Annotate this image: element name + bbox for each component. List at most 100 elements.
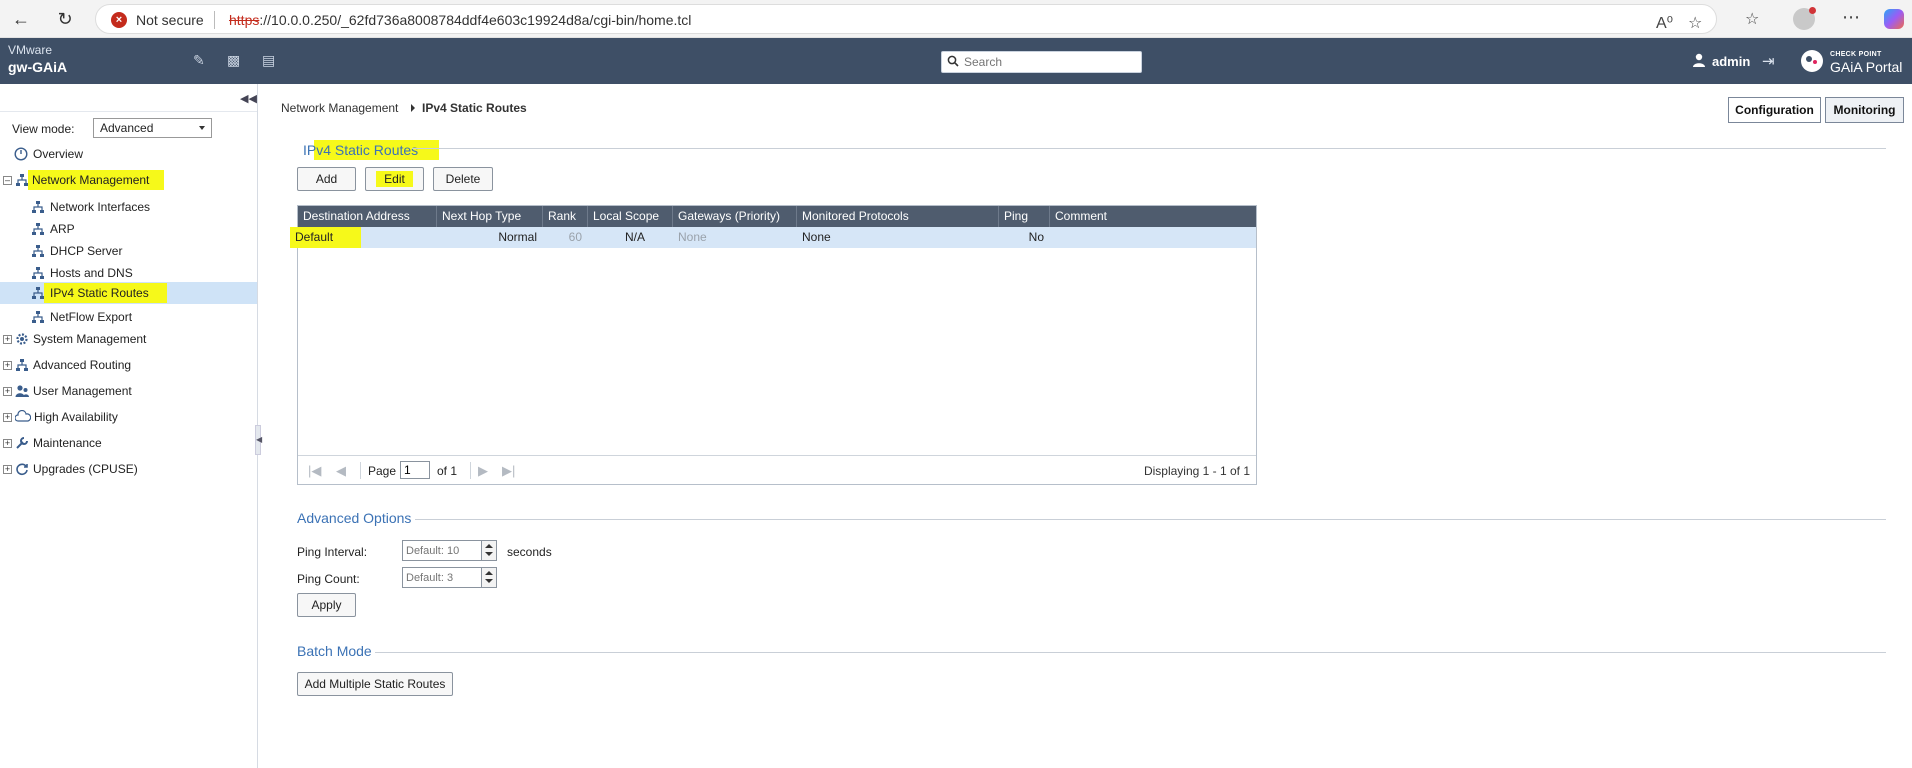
sidebar-item-system-management[interactable]: + System Management <box>0 329 257 349</box>
reload-icon[interactable]: ↻ <box>52 6 78 32</box>
more-menu-icon[interactable]: ⋯ <box>1842 7 1860 28</box>
spin-up-icon[interactable] <box>485 544 493 548</box>
address-bar[interactable]: × Not secure https://10.0.0.250/_62fd736… <box>95 4 1717 34</box>
sidebar-item-high-availability[interactable]: + High Availability <box>0 407 257 427</box>
cell-next-hop-type: Normal <box>498 230 537 244</box>
column-header-destination[interactable]: Destination Address <box>298 206 437 227</box>
cell-monitored-protocols: None <box>802 230 831 244</box>
routes-grid: Destination Address Next Hop Type Rank L… <box>290 205 1257 485</box>
column-header-rank[interactable]: Rank <box>543 206 588 227</box>
pager-separator <box>360 462 361 479</box>
apply-button[interactable]: Apply <box>297 593 356 617</box>
ping-count-spinner[interactable] <box>402 567 497 588</box>
column-header-next-hop-type[interactable]: Next Hop Type <box>437 206 543 227</box>
sidebar-item-arp[interactable]: ARP <box>0 219 257 239</box>
table-row[interactable]: Default Normal 60 N/A None None No <box>290 227 1256 248</box>
sidebar-item-network-management[interactable]: – Network Management <box>0 170 257 190</box>
host-vendor: VMware <box>8 43 53 57</box>
monitoring-button[interactable]: Monitoring <box>1825 97 1904 123</box>
expand-toggle-icon[interactable]: + <box>3 413 12 422</box>
ping-interval-input[interactable] <box>403 541 480 560</box>
search-icon <box>947 55 959 67</box>
expand-toggle-icon[interactable]: + <box>3 335 12 344</box>
read-aloud-icon[interactable]: A⁰ <box>1656 13 1673 33</box>
network-icon <box>32 311 44 323</box>
sidebar-item-dhcp-server[interactable]: DHCP Server <box>0 241 257 261</box>
displaying-count: Displaying 1 - 1 of 1 <box>1143 464 1250 478</box>
column-header-gateways[interactable]: Gateways (Priority) <box>673 206 797 227</box>
spin-down-icon[interactable] <box>485 552 493 556</box>
brand-name: GAiA Portal <box>1830 59 1903 75</box>
page-count-label: of 1 <box>437 464 458 478</box>
ping-count-label: Ping Count: <box>297 572 360 586</box>
view-mode-label: View mode: <box>12 122 75 136</box>
column-header-comment[interactable]: Comment <box>1050 206 1256 227</box>
sidebar-item-network-interfaces[interactable]: Network Interfaces <box>0 197 257 217</box>
sidebar-item-upgrades[interactable]: + Upgrades (CPUSE) <box>0 459 257 479</box>
profile-avatar-icon[interactable] <box>1793 7 1816 30</box>
url-text[interactable]: https://10.0.0.250/_62fd736a8008784ddf4e… <box>229 12 691 28</box>
network-icon <box>32 267 44 279</box>
sidebar-item-netflow-export[interactable]: NetFlow Export <box>0 307 257 327</box>
breadcrumb-parent[interactable]: Network Management <box>281 101 398 115</box>
last-page-icon[interactable]: ▶| <box>502 463 515 479</box>
sidebar-item-user-management[interactable]: + User Management <box>0 381 257 401</box>
logout-icon[interactable]: ⇥ <box>1762 52 1775 70</box>
sidebar-item-maintenance[interactable]: + Maintenance <box>0 433 257 453</box>
spin-down-icon[interactable] <box>485 579 493 583</box>
network-icon <box>32 245 44 257</box>
ping-interval-unit: seconds <box>507 545 552 559</box>
expand-toggle-icon[interactable]: + <box>3 361 12 370</box>
add-multiple-static-routes-button[interactable]: Add Multiple Static Routes <box>297 672 453 696</box>
back-arrow-icon[interactable]: ← <box>8 6 34 32</box>
ping-interval-spinner[interactable] <box>402 540 497 561</box>
edit-button[interactable]: Edit <box>365 167 424 191</box>
column-header-local-scope[interactable]: Local Scope <box>588 206 673 227</box>
spin-up-icon[interactable] <box>485 571 493 575</box>
cloud-icon <box>15 410 31 422</box>
section-title-advanced-options: Advanced Options <box>297 510 412 526</box>
configuration-button[interactable]: Configuration <box>1728 97 1821 123</box>
add-button[interactable]: Add <box>297 167 356 191</box>
terminal-icon[interactable]: ▩ <box>227 52 240 69</box>
sidebar-item-advanced-routing[interactable]: + Advanced Routing <box>0 355 257 375</box>
search-input[interactable] <box>964 54 1134 70</box>
page-number-input[interactable] <box>400 461 430 479</box>
grid-pager: |◀ ◀ Page of 1 ▶ ▶| Displaying 1 - 1 of … <box>298 455 1256 484</box>
column-header-monitored-protocols[interactable]: Monitored Protocols <box>797 206 999 227</box>
expand-toggle-icon[interactable]: + <box>3 387 12 396</box>
breadcrumb-current: IPv4 Static Routes <box>422 101 527 115</box>
sidebar-item-overview[interactable]: Overview <box>0 144 257 164</box>
first-page-icon[interactable]: |◀ <box>308 463 321 479</box>
spinner-buttons[interactable] <box>481 541 496 560</box>
security-label: Not secure <box>136 12 204 28</box>
delete-button[interactable]: Delete <box>433 167 493 191</box>
collapse-toggle-icon[interactable]: – <box>3 176 12 185</box>
sidebar-item-label: Advanced Routing <box>33 358 132 372</box>
search-box[interactable] <box>941 51 1142 73</box>
expand-toggle-icon[interactable]: + <box>3 439 12 448</box>
previous-page-icon[interactable]: ◀ <box>336 463 346 479</box>
expand-toggle-icon[interactable]: + <box>3 465 12 474</box>
next-page-icon[interactable]: ▶ <box>478 463 488 479</box>
page-label: Page <box>368 464 397 478</box>
grid-header: Destination Address Next Hop Type Rank L… <box>298 206 1256 227</box>
network-icon <box>16 359 28 371</box>
document-icon[interactable]: ▤ <box>262 52 275 69</box>
ping-count-input[interactable] <box>403 568 480 587</box>
spinner-buttons[interactable] <box>481 568 496 587</box>
sidebar-item-label: Overview <box>33 147 84 161</box>
sidebar-item-ipv4-static-routes[interactable]: IPv4 Static Routes <box>0 283 257 303</box>
column-header-ping[interactable]: Ping <box>999 206 1050 227</box>
network-icon <box>32 287 44 299</box>
collapse-sidebar-icon[interactable]: ◀◀ <box>240 92 257 105</box>
pencil-icon[interactable]: ✎ <box>193 52 205 69</box>
not-secure-icon: × <box>111 12 127 28</box>
copilot-icon[interactable] <box>1884 9 1904 29</box>
favorites-icon[interactable]: ☆ <box>1745 9 1759 29</box>
favorite-star-icon[interactable]: ☆ <box>1688 13 1702 33</box>
sidebar-item-hosts-and-dns[interactable]: Hosts and DNS <box>0 263 257 283</box>
view-mode-select[interactable]: Advanced <box>93 118 212 138</box>
section-title-static-routes: IPv4 Static Routes <box>303 140 440 160</box>
user-name[interactable]: admin <box>1712 54 1750 69</box>
